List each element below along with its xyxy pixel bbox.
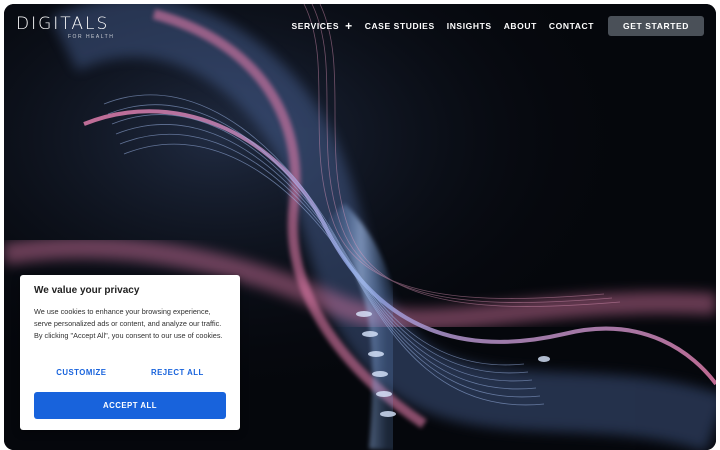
reject-all-button[interactable]: REJECT ALL (151, 368, 204, 377)
nav-item-label: INSIGHTS (446, 21, 492, 31)
nav-item-insights[interactable]: INSIGHTS (447, 21, 492, 31)
brand-tagline: FOR HEALTH (68, 34, 115, 40)
main-navigation: SERVICES + CASE STUDIES INSIGHTS ABOUT C… (291, 16, 704, 36)
brand-logo[interactable]: DIGITALS FOR HEALTH (16, 15, 116, 41)
customize-button[interactable]: CUSTOMIZE (56, 368, 106, 377)
cookie-description: We use cookies to enhance your browsing … (34, 307, 223, 340)
plus-icon: + (345, 19, 353, 33)
nav-item-contact[interactable]: CONTACT (549, 21, 594, 31)
cookie-secondary-actions: CUSTOMIZE REJECT ALL (34, 368, 226, 377)
brand-name: DIGITALS (16, 14, 110, 34)
nav-item-about[interactable]: ABOUT (504, 21, 537, 31)
cookie-consent-banner: We value your privacy We use cookies to … (20, 275, 240, 430)
nav-item-services[interactable]: SERVICES + (291, 19, 353, 33)
nav-item-label: SERVICES (291, 21, 340, 31)
nav-item-label: CONTACT (548, 21, 595, 31)
cookie-title: We value your privacy (34, 285, 140, 296)
nav-item-case-studies[interactable]: CASE STUDIES (365, 21, 435, 31)
accept-all-button[interactable]: ACCEPT ALL (34, 392, 226, 419)
get-started-button[interactable]: GET STARTED (608, 16, 704, 36)
nav-item-label: ABOUT (503, 21, 537, 31)
nav-item-label: CASE STUDIES (364, 21, 435, 31)
